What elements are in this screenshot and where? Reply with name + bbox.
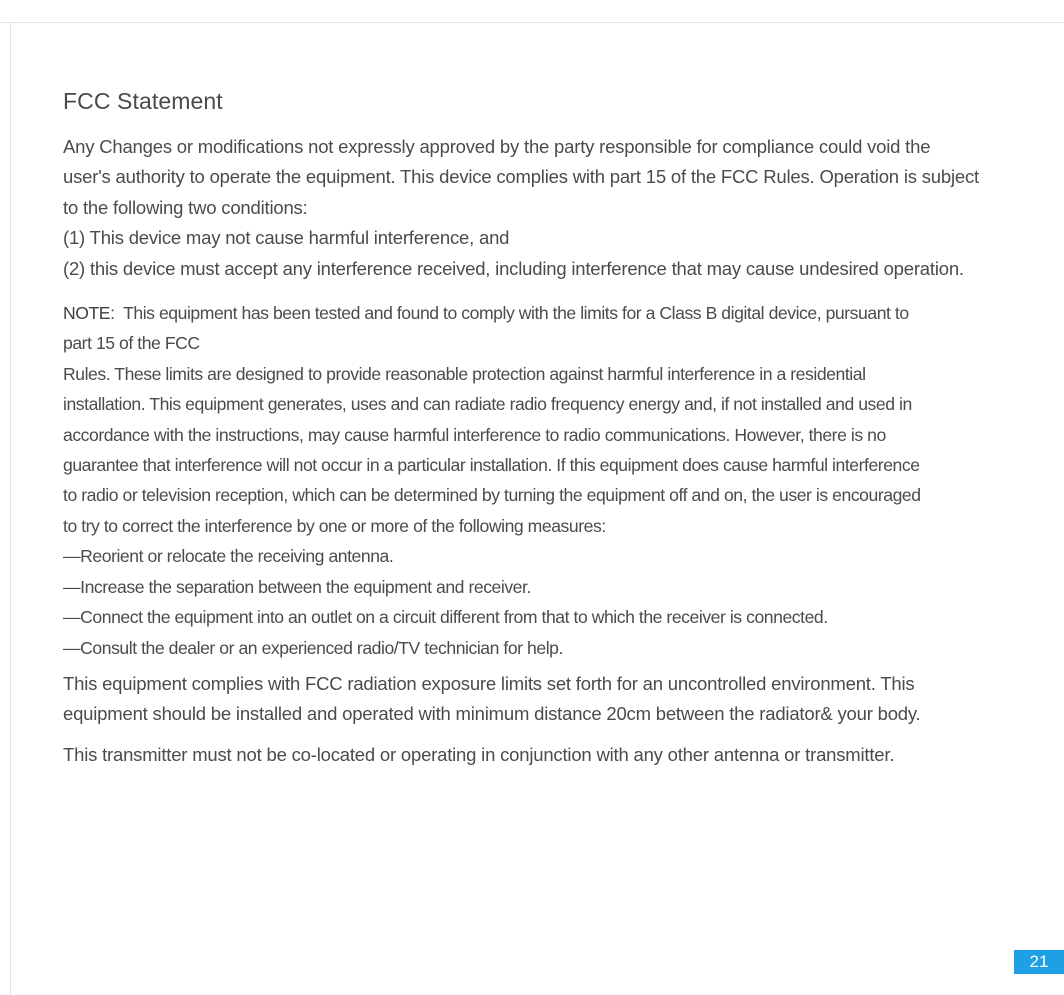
intro-line: Any Changes or modifications not express… [63,136,931,157]
note-line: part 15 of the FCC [63,333,200,354]
measure-item: —Consult the dealer or an experienced ra… [63,637,563,658]
measure-item: —Reorient or relocate the receiving ante… [63,546,394,567]
top-divider [0,22,1064,23]
radiation-line: equipment should be installed and operat… [63,703,921,725]
document-body: FCC Statement Any Changes or modificatio… [63,86,1033,770]
page-title: FCC Statement [63,88,223,114]
note-label: NOTE: [63,303,115,324]
note-paragraph: NOTE: This equipment has been tested and… [63,298,1033,663]
note-line: installation. This equipment generates, … [63,394,912,415]
condition-1: (1) This device may not cause harmful in… [63,227,510,249]
note-line: accordance with the instructions, may ca… [63,424,886,445]
radiation-paragraph: This equipment complies with FCC radiati… [63,669,1033,730]
note-line: Rules. These limits are designed to prov… [63,363,866,384]
condition-2: (2) this device must accept any interfer… [63,257,964,279]
intro-paragraph: Any Changes or modifications not express… [63,132,1033,284]
intro-line: to the following two conditions: [63,196,308,218]
note-line: to try to correct the interference by on… [63,515,606,536]
transmitter-paragraph: This transmitter must not be co-located … [63,743,895,765]
note-line: This equipment has been tested and found… [123,303,909,324]
radiation-line: This equipment complies with FCC radiati… [63,672,915,694]
measure-item: —Connect the equipment into an outlet on… [63,607,828,628]
note-line: to radio or television reception, which … [63,485,921,506]
page-number-badge: 21 [1014,950,1064,974]
left-margin-rule [10,22,11,995]
note-line: guarantee that interference will not occ… [63,455,920,476]
intro-line: user's authority to operate the equipmen… [63,166,979,188]
measure-item: —Increase the separation between the equ… [63,576,531,597]
note-first-line: NOTE: This equipment has been tested and… [63,298,1033,328]
